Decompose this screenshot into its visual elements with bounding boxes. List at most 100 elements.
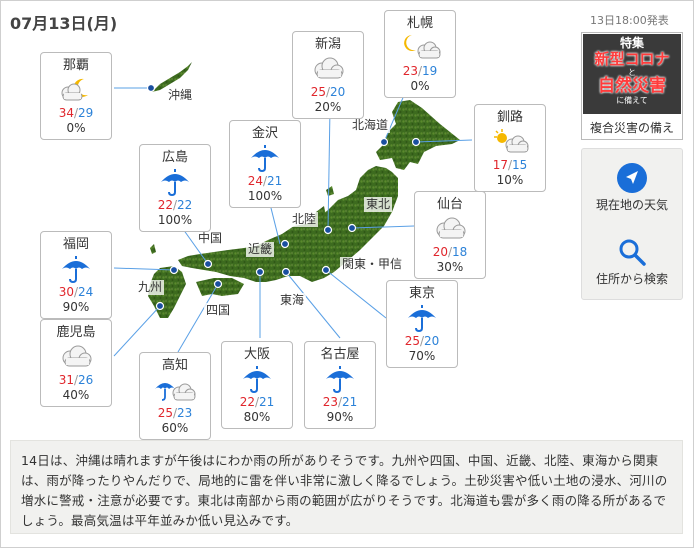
city-card-sendai[interactable]: 仙台 20/18 30% (414, 191, 486, 279)
dot-kagoshima (155, 301, 165, 311)
temperature: 31/26 (41, 373, 111, 388)
city-name: 東京 (408, 286, 435, 301)
low-temp: 22 (177, 198, 193, 212)
city-card-fukuoka[interactable]: 福岡 30/24 90% (40, 231, 112, 319)
dot-osaka (255, 267, 265, 277)
temperature: 17/15 (475, 158, 545, 173)
high-temp: 31 (58, 373, 74, 387)
city-card-kushiro[interactable]: 釧路 17/15 10% (474, 104, 546, 192)
umbrella-icon (41, 254, 111, 284)
city-name: 那覇 (62, 58, 89, 73)
temperature: 25/20 (293, 85, 363, 100)
dot-sendai (347, 223, 357, 233)
high-temp: 20 (432, 245, 448, 259)
high-temp: 24 (247, 174, 263, 188)
precip-probability: 70% (408, 349, 436, 363)
temperature: 23/21 (305, 395, 375, 410)
city-card-hiroshima[interactable]: 広島 22/22 100% (139, 144, 211, 232)
map-tsushima (150, 244, 156, 254)
map-sado (326, 186, 334, 196)
banner-line2: 自然災害 (598, 76, 666, 96)
low-temp: 15 (512, 158, 528, 172)
city-card-naha[interactable]: 那覇 34/29 0% (40, 52, 112, 140)
region-label-kanto: 関東・甲信 (340, 257, 405, 272)
city-name: 福岡 (62, 237, 89, 252)
city-name: 鹿児島 (56, 325, 96, 340)
dot-fukuoka (169, 265, 179, 275)
temperature: 34/29 (41, 106, 111, 121)
dot-sapporo (379, 137, 389, 147)
banner-suffix: に備えて (616, 96, 648, 105)
region-label-tohoku: 東北 (364, 197, 393, 212)
rain-then-cloudy-icon (140, 375, 210, 405)
city-card-sapporo[interactable]: 札幌 23/19 0% (384, 10, 456, 98)
dot-kochi (213, 279, 223, 289)
city-card-kagoshima[interactable]: 鹿児島 31/26 40% (40, 319, 112, 407)
map-hokkaido (376, 100, 460, 170)
umbrella-icon (387, 303, 457, 333)
city-name: 仙台 (436, 197, 463, 212)
forecast-description: 14日は、沖縄は晴れますが午後はにわか雨の所がありそうです。九州や四国、中国、近… (10, 440, 683, 534)
region-label-kyushu: 九州 (136, 280, 165, 295)
cloudy-icon (415, 214, 485, 244)
precip-probability: 60% (161, 421, 189, 435)
temperature: 24/21 (230, 174, 300, 189)
temperature: 23/19 (385, 64, 455, 79)
current-location-label: 現在地の天気 (595, 198, 668, 212)
precip-probability: 100% (157, 213, 193, 227)
high-temp: 17 (492, 158, 508, 172)
dot-niigata (323, 225, 333, 235)
region-label-hokkaido: 北海道 (350, 118, 391, 133)
city-card-tokyo[interactable]: 東京 25/20 70% (386, 280, 458, 368)
umbrella-icon (230, 143, 300, 173)
precip-probability: 0% (66, 121, 86, 135)
banner-tag: 特集 (619, 36, 644, 50)
umbrella-icon (305, 364, 375, 394)
city-card-kanazawa[interactable]: 金沢 24/21 100% (229, 120, 301, 208)
region-label-shikoku: 四国 (204, 303, 233, 318)
region-label-okinawa: 沖縄 (166, 88, 195, 103)
banner-image: 特集 新型コロナ と 自然災害 に備えて (583, 34, 681, 114)
location-arrow-icon (617, 163, 647, 193)
city-card-niigata[interactable]: 新潟 25/20 20% (292, 31, 364, 119)
high-temp: 22 (239, 395, 255, 409)
low-temp: 19 (422, 64, 438, 78)
dot-nagoya (281, 267, 291, 277)
current-location-button[interactable]: 現在地の天気 (582, 153, 682, 223)
dot-naha (146, 83, 156, 93)
precip-probability: 0% (410, 79, 430, 93)
address-search-label: 住所から検索 (595, 272, 668, 286)
low-temp: 26 (78, 373, 94, 387)
precip-probability: 10% (496, 173, 524, 187)
low-temp: 29 (78, 106, 94, 120)
city-name: 高知 (161, 358, 188, 373)
special-feature-banner[interactable]: 特集 新型コロナ と 自然災害 に備えて 複合災害の備え (581, 32, 683, 140)
city-card-kochi[interactable]: 高知 25/23 60% (139, 352, 211, 440)
low-temp: 23 (177, 406, 193, 420)
low-temp: 20 (330, 85, 346, 99)
banner-caption-link[interactable]: 複合災害の備え (582, 119, 682, 136)
cloudy-icon (41, 342, 111, 372)
low-temp: 21 (342, 395, 358, 409)
city-card-osaka[interactable]: 大阪 22/21 80% (221, 341, 293, 429)
precip-probability: 30% (436, 260, 464, 274)
city-card-nagoya[interactable]: 名古屋 23/21 90% (304, 341, 376, 429)
temperature: 30/24 (41, 285, 111, 300)
high-temp: 25 (404, 334, 420, 348)
high-temp: 22 (157, 198, 173, 212)
sunny-cloudy-night-icon (41, 75, 111, 105)
high-temp: 30 (58, 285, 74, 299)
low-temp: 24 (78, 285, 94, 299)
precip-probability: 80% (243, 410, 271, 424)
cloudy-icon (293, 54, 363, 84)
temperature: 25/23 (140, 406, 210, 421)
region-label-chugoku: 中国 (196, 231, 225, 246)
precip-probability: 100% (247, 189, 283, 203)
temperature: 25/20 (387, 334, 457, 349)
low-temp: 21 (267, 174, 283, 188)
dot-hiroshima (203, 259, 213, 269)
address-search-button[interactable]: 住所から検索 (582, 227, 682, 297)
temperature: 20/18 (415, 245, 485, 260)
umbrella-icon (140, 167, 210, 197)
region-label-kinki: 近畿 (246, 242, 275, 257)
